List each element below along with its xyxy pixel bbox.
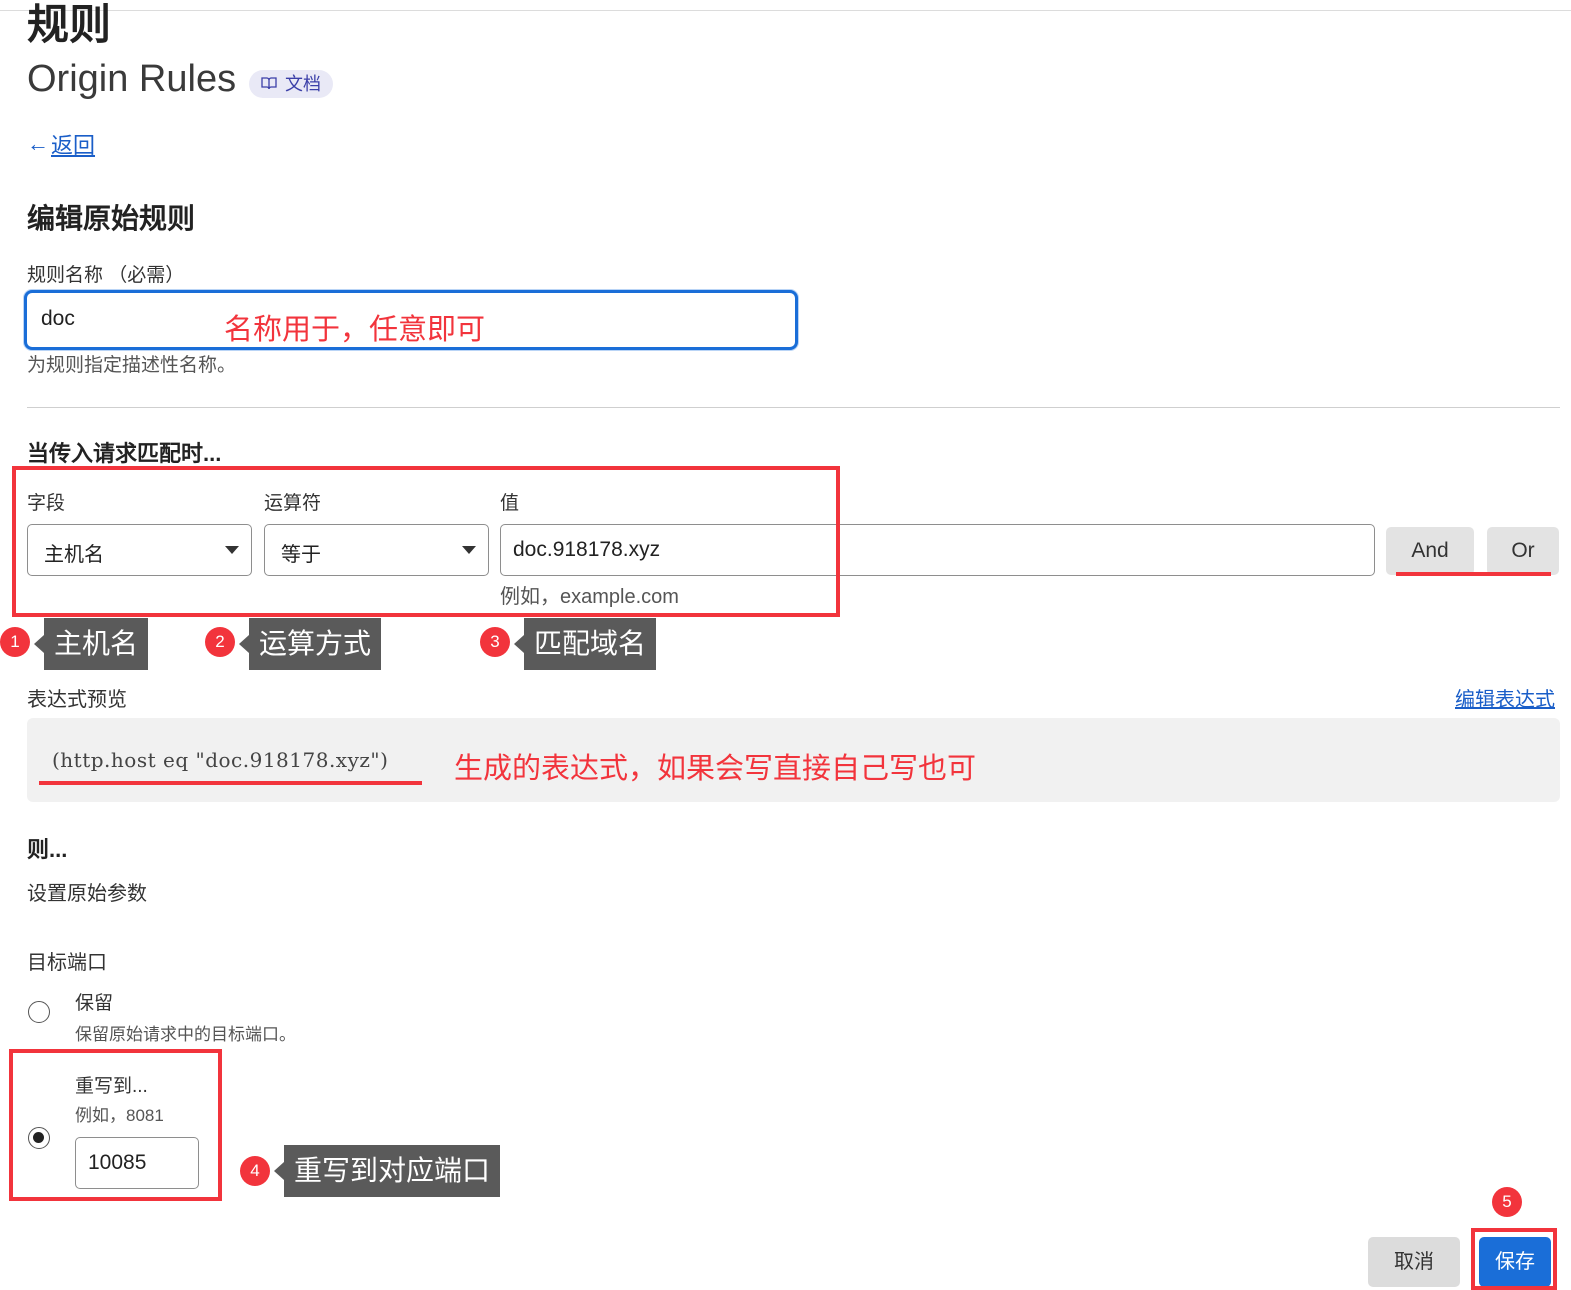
then-title: 则...	[27, 837, 68, 862]
radio-preserve[interactable]	[28, 1001, 50, 1023]
option-preserve-desc: 保留原始请求中的目标端口。	[75, 1025, 296, 1044]
annotation-badge-1: 1	[0, 627, 30, 657]
rule-name-label: 规则名称 （必需）	[27, 265, 185, 286]
book-icon	[261, 70, 277, 98]
match-title: 当传入请求匹配时...	[27, 441, 222, 466]
annotation-tip-2: 运算方式	[238, 618, 382, 670]
annotation-box-match	[12, 466, 840, 617]
annotation-underline-buttons	[1396, 572, 1551, 576]
cancel-button[interactable]: 取消	[1368, 1237, 1460, 1287]
annotation-badge-2: 2	[205, 627, 235, 657]
arrow-left-icon: ←	[27, 131, 49, 156]
annotation-badge-5: 5	[1492, 1187, 1522, 1217]
top-divider	[0, 10, 1571, 11]
expression-text: (http.host eq "doc.918178.xyz")	[52, 748, 389, 772]
annotation-tip-1: 主机名	[33, 618, 149, 670]
or-button[interactable]: Or	[1487, 527, 1559, 575]
section-title: 编辑原始规则	[27, 203, 196, 234]
annotation-tip-3: 匹配域名	[513, 618, 657, 670]
docs-link[interactable]: 文档	[249, 70, 333, 98]
section-divider	[27, 407, 1560, 408]
rule-name-help: 为规则指定描述性名称。	[27, 355, 237, 376]
annotation-badge-3: 3	[480, 627, 510, 657]
annotation-box-rewrite	[9, 1049, 222, 1201]
annotation-name-note: 名称用于，任意即可	[224, 314, 486, 346]
annotation-badge-4: 4	[240, 1156, 270, 1186]
back-link-label: 返回	[51, 133, 96, 158]
annotation-expr-note: 生成的表达式，如果会写直接自己写也可	[454, 753, 977, 785]
edit-expression-link[interactable]: 编辑表达式	[1455, 683, 1555, 712]
port-label: 目标端口	[27, 952, 107, 974]
annotation-tip-4: 重写到对应端口	[273, 1145, 501, 1197]
page-subtitle: Origin Rules	[27, 58, 237, 100]
annotation-box-save	[1471, 1228, 1557, 1290]
back-link[interactable]: ← 返回	[27, 128, 95, 160]
and-button[interactable]: And	[1386, 527, 1474, 575]
expression-label: 表达式预览	[27, 689, 127, 711]
option-preserve-label: 保留	[75, 993, 114, 1014]
docs-link-label: 文档	[285, 74, 321, 94]
page-title: 规则	[27, 1, 112, 48]
then-subtitle: 设置原始参数	[27, 883, 147, 905]
annotation-underline-expression	[39, 781, 422, 785]
rule-name-value: doc	[41, 307, 75, 330]
